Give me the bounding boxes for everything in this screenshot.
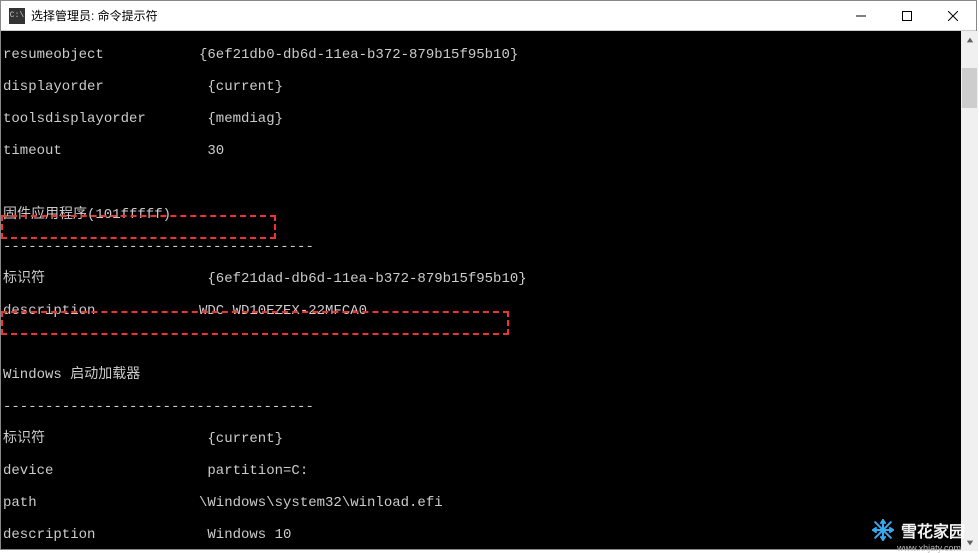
close-button[interactable] bbox=[930, 1, 976, 31]
val: partition=C: bbox=[199, 463, 308, 479]
vertical-scrollbar[interactable] bbox=[961, 31, 978, 551]
val: Windows 10 bbox=[199, 527, 291, 543]
key: displayorder bbox=[3, 79, 199, 95]
key: timeout bbox=[3, 143, 199, 159]
val: {current} bbox=[199, 431, 283, 447]
divider: ------------------------------------- bbox=[3, 239, 974, 255]
val: 30 bbox=[199, 143, 224, 159]
val: WDC WD10EZEX-22MFCA0 bbox=[199, 303, 367, 319]
cmd-icon: C:\ bbox=[9, 8, 25, 24]
key: 标识符 bbox=[3, 431, 199, 447]
val: {current} bbox=[199, 79, 283, 95]
val: {6ef21db0-db6d-11ea-b372-879b15f95b10} bbox=[199, 47, 518, 63]
val: \Windows\system32\winload.efi bbox=[199, 495, 443, 511]
val: {memdiag} bbox=[199, 111, 283, 127]
divider: ------------------------------------- bbox=[3, 399, 974, 415]
watermark-text: 雪花家园 bbox=[901, 518, 965, 542]
key: description bbox=[3, 303, 199, 319]
key: 标识符 bbox=[3, 271, 199, 287]
key: toolsdisplayorder bbox=[3, 111, 199, 127]
section-header: 固件应用程序(101fffff) bbox=[3, 207, 974, 223]
scroll-up-button[interactable] bbox=[961, 31, 978, 48]
key: path bbox=[3, 495, 199, 511]
val: {6ef21dad-db6d-11ea-b372-879b15f95b10} bbox=[199, 271, 527, 287]
console-output[interactable]: resumeobject{6ef21db0-db6d-11ea-b372-879… bbox=[1, 31, 976, 549]
minimize-button[interactable] bbox=[838, 1, 884, 31]
section-header: Windows 启动加载器 bbox=[3, 367, 974, 383]
scroll-thumb[interactable] bbox=[962, 68, 977, 108]
key: device bbox=[3, 463, 199, 479]
key: resumeobject bbox=[3, 47, 199, 63]
scroll-track[interactable] bbox=[961, 48, 978, 534]
window-title: 选择管理员: 命令提示符 bbox=[31, 7, 158, 24]
watermark: 雪花家园 bbox=[871, 518, 965, 542]
cmd-window: C:\ 选择管理员: 命令提示符 resumeobject{6ef21db0-d… bbox=[0, 0, 977, 550]
snowflake-icon bbox=[871, 518, 895, 542]
maximize-button[interactable] bbox=[884, 1, 930, 31]
key: description bbox=[3, 527, 199, 543]
titlebar[interactable]: C:\ 选择管理员: 命令提示符 bbox=[1, 1, 976, 31]
